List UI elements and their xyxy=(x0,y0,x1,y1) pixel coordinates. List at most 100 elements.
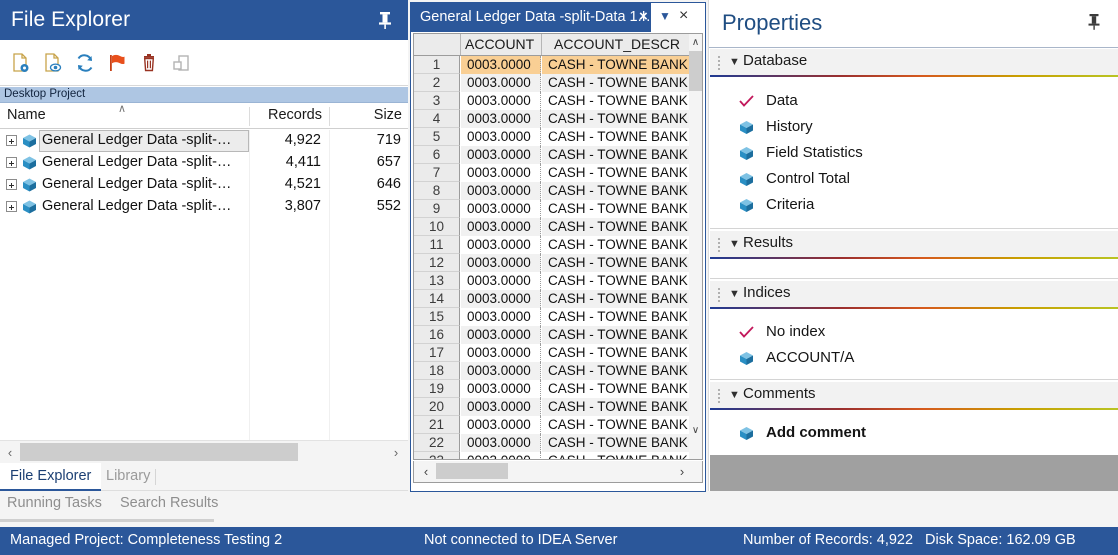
expand-icon[interactable] xyxy=(6,201,17,212)
cell-account[interactable]: 0003.0000 xyxy=(461,128,541,146)
grid-row[interactable]: 11 0003.0000 CASH - TOWNE BANK PAY xyxy=(414,236,689,254)
file-list-row[interactable]: General Ledger Data -split-… 4,922 719 xyxy=(0,130,408,152)
grid-row[interactable]: 14 0003.0000 CASH - TOWNE BANK PAY xyxy=(414,290,689,308)
grid-header-account[interactable]: ACCOUNT xyxy=(461,34,542,55)
scroll-right-icon[interactable]: › xyxy=(672,461,692,481)
tab-general-ledger-data[interactable]: General Ledger Data -split-Data 1.I… xyxy=(411,3,651,32)
grid-row[interactable]: 7 0003.0000 CASH - TOWNE BANK PAY xyxy=(414,164,689,182)
section-header-database[interactable]: ▼ Database xyxy=(710,49,1118,75)
cell-account-descr[interactable]: CASH - TOWNE BANK PAY xyxy=(542,146,689,164)
scroll-right-icon[interactable]: › xyxy=(386,441,406,463)
expand-icon[interactable] xyxy=(6,135,17,146)
cell-account-descr[interactable]: CASH - TOWNE BANK PAY xyxy=(542,326,689,344)
export-window-icon[interactable] xyxy=(166,48,196,78)
file-list-row[interactable]: General Ledger Data -split-… 4,411 657 xyxy=(0,152,408,174)
grid-row[interactable]: 22 0003.0000 CASH - TOWNE BANK PAY xyxy=(414,434,689,452)
grid-row[interactable]: 19 0003.0000 CASH - TOWNE BANK PAY xyxy=(414,380,689,398)
cell-account-descr[interactable]: CASH - TOWNE BANK PAY xyxy=(542,362,689,380)
cell-account[interactable]: 0003.0000 xyxy=(461,380,541,398)
chevron-down-icon[interactable]: ▼ xyxy=(659,9,671,23)
tab-search-results[interactable]: Search Results xyxy=(120,491,218,517)
cell-account[interactable]: 0003.0000 xyxy=(461,236,541,254)
cell-account-descr[interactable]: CASH - TOWNE BANK PAY xyxy=(542,434,689,452)
grid-row[interactable]: 9 0003.0000 CASH - TOWNE BANK PAY xyxy=(414,200,689,218)
column-header-name[interactable]: Name xyxy=(7,107,46,123)
drag-grip-icon[interactable] xyxy=(718,288,721,302)
expand-icon[interactable] xyxy=(6,157,17,168)
grid-row[interactable]: 21 0003.0000 CASH - TOWNE BANK PAY xyxy=(414,416,689,434)
section-header-comments[interactable]: ▼ Comments xyxy=(710,382,1118,408)
grid-header-account-descr[interactable]: ACCOUNT_DESCR xyxy=(542,34,702,55)
tab-close-icon[interactable]: × xyxy=(639,8,648,26)
cell-account[interactable]: 0003.0000 xyxy=(461,146,541,164)
cell-account-descr[interactable]: CASH - TOWNE BANK PAY xyxy=(542,416,689,434)
cell-account-descr[interactable]: CASH - TOWNE BANK PAY xyxy=(542,452,689,459)
tab-file-explorer[interactable]: File Explorer xyxy=(0,463,102,491)
cell-account-descr[interactable]: CASH - TOWNE BANK PAY xyxy=(542,56,689,74)
grid-row[interactable]: 1 0003.0000 CASH - TOWNE BANK PAY xyxy=(414,56,689,74)
preview-database-icon[interactable] xyxy=(38,48,68,78)
cell-account-descr[interactable]: CASH - TOWNE BANK PAY xyxy=(542,290,689,308)
column-divider[interactable] xyxy=(329,107,330,126)
grid-row[interactable]: 18 0003.0000 CASH - TOWNE BANK PAY xyxy=(414,362,689,380)
scroll-up-icon[interactable]: ∧ xyxy=(689,34,702,50)
drag-grip-icon[interactable] xyxy=(718,56,721,70)
grid-row[interactable]: 6 0003.0000 CASH - TOWNE BANK PAY xyxy=(414,146,689,164)
cell-account[interactable]: 0003.0000 xyxy=(461,110,541,128)
cell-account-descr[interactable]: CASH - TOWNE BANK PAY xyxy=(542,218,689,236)
new-database-icon[interactable] xyxy=(6,48,36,78)
grid-row[interactable]: 10 0003.0000 CASH - TOWNE BANK PAY xyxy=(414,218,689,236)
cell-account-descr[interactable]: CASH - TOWNE BANK PAY xyxy=(542,200,689,218)
cell-account[interactable]: 0003.0000 xyxy=(461,218,541,236)
cell-account[interactable]: 0003.0000 xyxy=(461,416,541,434)
chevron-down-icon[interactable]: ▼ xyxy=(729,54,740,70)
cell-account-descr[interactable]: CASH - TOWNE BANK PAY xyxy=(542,182,689,200)
grid-row[interactable]: 12 0003.0000 CASH - TOWNE BANK PAY xyxy=(414,254,689,272)
cell-account[interactable]: 0003.0000 xyxy=(461,74,541,92)
cell-account[interactable]: 0003.0000 xyxy=(461,164,541,182)
cell-account-descr[interactable]: CASH - TOWNE BANK PAY xyxy=(542,272,689,290)
cell-account-descr[interactable]: CASH - TOWNE BANK PAY xyxy=(542,236,689,254)
scroll-down-icon[interactable]: ∨ xyxy=(689,422,702,438)
cell-account-descr[interactable]: CASH - TOWNE BANK PAY xyxy=(542,110,689,128)
desktop-project-group-header[interactable]: Desktop Project xyxy=(0,87,408,103)
refresh-icon[interactable] xyxy=(70,48,100,78)
drag-grip-icon[interactable] xyxy=(718,389,721,403)
scrollbar-thumb[interactable] xyxy=(436,463,508,479)
chevron-down-icon[interactable]: ▼ xyxy=(729,286,740,302)
scroll-left-icon[interactable]: ‹ xyxy=(416,461,436,481)
cell-account[interactable]: 0003.0000 xyxy=(461,398,541,416)
cell-account-descr[interactable]: CASH - TOWNE BANK PAY xyxy=(542,164,689,182)
cell-account[interactable]: 0003.0000 xyxy=(461,308,541,326)
pin-icon[interactable] xyxy=(1086,13,1102,32)
cell-account-descr[interactable]: CASH - TOWNE BANK PAY xyxy=(542,398,689,416)
grid-row[interactable]: 13 0003.0000 CASH - TOWNE BANK PAY xyxy=(414,272,689,290)
file-list-row[interactable]: General Ledger Data -split-… 3,807 552 xyxy=(0,196,408,218)
cell-account[interactable]: 0003.0000 xyxy=(461,92,541,110)
file-list-row[interactable]: General Ledger Data -split-… 4,521 646 xyxy=(0,174,408,196)
grid-row[interactable]: 2 0003.0000 CASH - TOWNE BANK PAY xyxy=(414,74,689,92)
cell-account[interactable]: 0003.0000 xyxy=(461,182,541,200)
pin-icon[interactable] xyxy=(376,10,394,30)
scroll-left-icon[interactable]: ‹ xyxy=(0,441,20,463)
grid-row[interactable]: 15 0003.0000 CASH - TOWNE BANK PAY xyxy=(414,308,689,326)
scrollbar-thumb[interactable] xyxy=(20,443,298,461)
grid-row[interactable]: 5 0003.0000 CASH - TOWNE BANK PAY xyxy=(414,128,689,146)
close-icon[interactable]: × xyxy=(679,7,688,25)
tab-running-tasks[interactable]: Running Tasks xyxy=(7,491,102,517)
section-header-results[interactable]: ▼ Results xyxy=(710,231,1118,257)
expand-icon[interactable] xyxy=(6,179,17,190)
cell-account[interactable]: 0003.0000 xyxy=(461,362,541,380)
grid-row[interactable]: 8 0003.0000 CASH - TOWNE BANK PAY xyxy=(414,182,689,200)
cell-account[interactable]: 0003.0000 xyxy=(461,56,541,74)
grid-header-rownum[interactable] xyxy=(414,34,461,55)
file-explorer-horizontal-scrollbar[interactable]: ‹ › xyxy=(0,440,408,463)
column-header-size[interactable]: Size xyxy=(336,107,402,123)
cell-account-descr[interactable]: CASH - TOWNE BANK PAY xyxy=(542,344,689,362)
tab-library[interactable]: Library xyxy=(96,463,160,491)
cell-account[interactable]: 0003.0000 xyxy=(461,344,541,362)
chevron-down-icon[interactable]: ▼ xyxy=(729,236,740,252)
grid-row[interactable]: 3 0003.0000 CASH - TOWNE BANK PAY xyxy=(414,92,689,110)
delete-icon[interactable] xyxy=(134,48,164,78)
grid-row[interactable]: 4 0003.0000 CASH - TOWNE BANK PAY xyxy=(414,110,689,128)
